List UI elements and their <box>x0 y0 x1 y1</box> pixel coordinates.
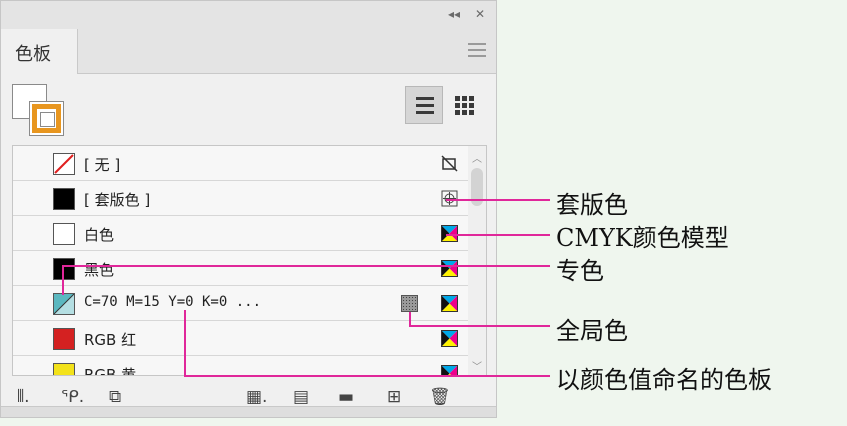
swatch-row-registration[interactable]: [ 套版色 ] <box>13 181 468 216</box>
red-swatch-chip <box>53 328 75 350</box>
swatch-name: RGB 红 <box>84 331 137 349</box>
swatch-name: [ 套版色 ] <box>84 191 151 209</box>
cmyk-icon <box>441 260 458 277</box>
swatch-options-icon[interactable]: ⧉ <box>109 387 121 407</box>
registration-swatch-chip <box>53 188 75 210</box>
swatch-name: C=70 M=15 Y=0 K=0 ... <box>84 294 262 310</box>
callout-label-spot: 专色 <box>556 257 604 285</box>
swatch-libraries-icon[interactable]: ⫴. <box>17 387 30 407</box>
panel-menu-icon[interactable] <box>468 43 486 57</box>
tab-bar: 色板 <box>1 29 496 74</box>
fill-stroke-indicator[interactable] <box>12 84 66 140</box>
scroll-down-icon[interactable]: ﹀ <box>472 358 482 373</box>
delete-swatch-icon[interactable]: 🗑 <box>429 387 451 407</box>
panel-titlebar: ◂◂ ✕ <box>1 1 496 30</box>
close-icon[interactable]: ✕ <box>475 7 485 21</box>
black-swatch-chip <box>53 258 75 280</box>
callout-line-global <box>409 325 550 327</box>
callout-line-named-drop <box>184 310 186 376</box>
swatch-list-options-icon[interactable]: ▤ <box>293 387 309 407</box>
scroll-up-icon[interactable]: ︿ <box>472 150 482 165</box>
show-kinds-icon[interactable]: ᕿ. <box>61 387 84 407</box>
swatch-name: 黑色 <box>84 261 115 279</box>
swatch-list: [ 无 ] [ 套版色 ] 白色 黑色 C=70 M=15 Y=0 K=0 ..… <box>12 145 487 376</box>
view-toggle <box>405 86 485 124</box>
swatch-name: 白色 <box>84 226 115 244</box>
tab-swatches[interactable]: 色板 <box>1 29 78 74</box>
callout-line-spot <box>62 265 550 267</box>
callout-line-spot-drop <box>62 265 64 295</box>
callout-label-global: 全局色 <box>556 317 628 345</box>
swatch-list-scrollbar[interactable]: ︿ ﹀ <box>468 146 486 375</box>
stroke-swatch[interactable] <box>29 101 64 136</box>
swatch-row-rgb-red[interactable]: RGB 红 <box>13 321 468 356</box>
collapse-icon[interactable]: ◂◂ <box>448 7 460 21</box>
list-view-icon[interactable] <box>405 86 443 124</box>
callout-label-registration: 套版色 <box>556 191 628 219</box>
callout-line-cmyk <box>446 234 550 236</box>
callout-line-global-drop <box>409 312 411 326</box>
yellow-swatch-chip <box>53 363 75 375</box>
white-swatch-chip <box>53 223 75 245</box>
cmyk-icon <box>441 330 458 347</box>
swatch-row-none[interactable]: [ 无 ] <box>13 146 468 181</box>
tab-label: 色板 <box>15 44 51 65</box>
swatch-name: RGB 黄 <box>84 366 137 376</box>
color-group-menu-icon[interactable]: ▦. <box>246 387 267 407</box>
cmyk-icon <box>441 295 458 312</box>
callout-label-named: 以颜色值命名的色板 <box>556 366 772 394</box>
callout-line-named <box>184 375 550 377</box>
global-color-icon <box>401 295 418 312</box>
callout-label-cmyk: CMYK颜色模型 <box>556 224 729 252</box>
swatch-name: [ 无 ] <box>84 156 121 174</box>
swatch-row-black[interactable]: 黑色 <box>13 251 468 286</box>
callout-line-registration <box>446 199 550 201</box>
spot-swatch-chip <box>53 293 75 315</box>
swatch-row-white[interactable]: 白色 <box>13 216 468 251</box>
new-swatch-icon[interactable]: ⊞ <box>387 387 401 407</box>
swatch-row-rgb-yellow[interactable]: RGB 黄 <box>13 356 468 376</box>
swatches-panel: ◂◂ ✕ 色板 [ 无 ] [套版色] 白色 黑色 C=70 M=15 Y=… <box>0 0 497 418</box>
panel-resize-grip[interactable] <box>1 406 496 417</box>
no-edit-icon <box>441 155 458 172</box>
swatch-row-c70[interactable]: C=70 M=15 Y=0 K=0 ... <box>13 286 468 321</box>
new-color-group-icon[interactable]: ▬ <box>338 387 354 407</box>
none-swatch-chip <box>53 153 75 175</box>
grid-view-icon[interactable] <box>445 86 483 124</box>
